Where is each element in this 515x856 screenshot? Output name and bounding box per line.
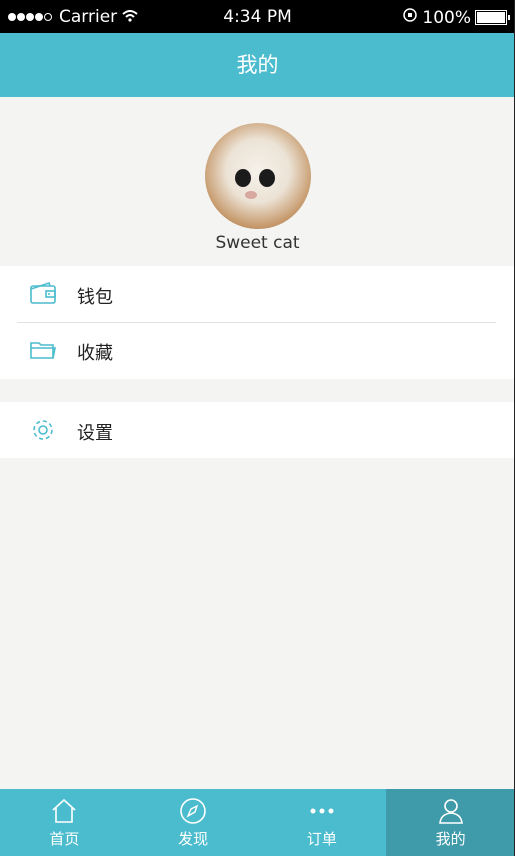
profile-header: Sweet cat (0, 97, 515, 265)
menu-item-settings[interactable]: 设置 (0, 402, 515, 458)
more-icon (308, 797, 336, 825)
page-title: 我的 (236, 53, 279, 77)
tab-label: 我的 (435, 830, 466, 848)
rotation-lock-icon (402, 7, 418, 28)
avatar-nose (245, 191, 257, 199)
battery-icon (475, 10, 510, 25)
menu-item-label: 收藏 (77, 343, 113, 364)
tab-orders[interactable]: 订单 (258, 789, 387, 856)
compass-icon (179, 797, 207, 825)
avatar[interactable] (205, 123, 311, 229)
tab-home[interactable]: 首页 (0, 789, 129, 856)
tab-me[interactable]: 我的 (386, 789, 515, 856)
menu-item-label: 设置 (77, 423, 113, 444)
user-icon (437, 797, 465, 825)
tab-bar: 首页 发现 订单 我的 (0, 789, 515, 856)
avatar-eye-right (259, 169, 275, 187)
nav-bar: 我的 (0, 33, 515, 97)
menu-group-1: 钱包 收藏 (0, 266, 515, 379)
tab-label: 订单 (306, 830, 337, 848)
battery-percent: 100% (422, 7, 471, 28)
tab-label: 发现 (178, 830, 209, 848)
tab-label: 首页 (49, 830, 80, 848)
tab-discover[interactable]: 发现 (129, 789, 258, 856)
wallet-icon (29, 280, 57, 308)
status-right: 100% (402, 7, 510, 28)
avatar-eye-left (235, 169, 251, 187)
menu-item-label: 钱包 (77, 287, 113, 308)
username: Sweet cat (215, 233, 300, 253)
gear-icon (29, 416, 57, 444)
status-bar: Carrier 4:34 PM 100% (0, 0, 515, 33)
home-icon (50, 797, 78, 825)
menu-item-favorites[interactable]: 收藏 (0, 322, 515, 378)
menu-group-2: 设置 (0, 402, 515, 458)
menu-item-wallet[interactable]: 钱包 (0, 266, 515, 322)
folder-icon (29, 336, 57, 364)
